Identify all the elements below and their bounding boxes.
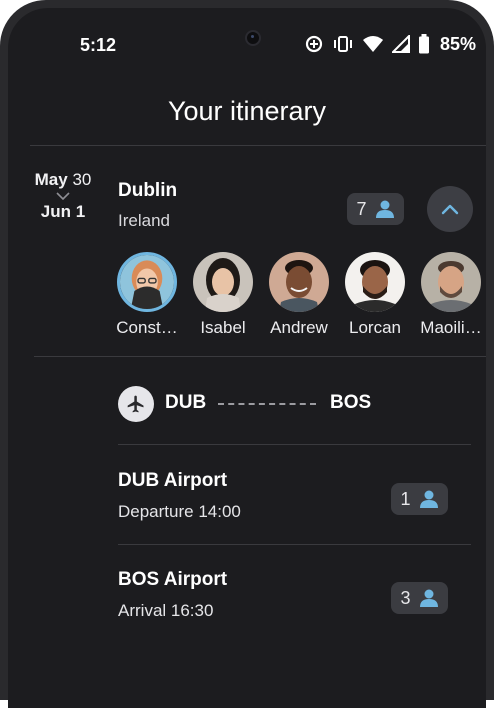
traveler-name: Maoili… <box>420 318 482 337</box>
screen: 5:12 85% Your itinerary May 30 Jun 1 Dub… <box>8 8 486 708</box>
date-start: May 30 <box>30 170 96 190</box>
chevron-down-icon <box>56 192 70 200</box>
flight-route: DUB BOS <box>118 386 418 422</box>
date-end: Jun 1 <box>40 202 86 221</box>
origin-code: DUB <box>165 392 207 413</box>
traveler-item[interactable]: Andrew <box>262 252 336 338</box>
avatar <box>345 252 405 312</box>
battery-icon <box>419 34 429 54</box>
traveler-item[interactable]: Const… <box>110 252 184 338</box>
traveler-name: Andrew <box>270 318 328 337</box>
status-time: 5:12 <box>80 35 117 55</box>
date-start-month: May <box>34 170 68 189</box>
destination-code: BOS <box>330 392 372 413</box>
plane-icon-container <box>118 386 154 422</box>
chevron-up-icon <box>441 204 459 214</box>
stop-traveler-badge[interactable]: 3 <box>391 582 448 614</box>
airplane-icon <box>127 395 144 413</box>
stop-title: BOS Airport <box>118 569 228 590</box>
traveler-item[interactable]: Isabel <box>186 252 260 338</box>
traveler-item[interactable]: Lorcan <box>338 252 412 338</box>
avatar <box>421 252 481 312</box>
stop-traveler-count: 3 <box>400 587 411 608</box>
destination-country: Ireland <box>118 211 170 230</box>
traveler-name: Const… <box>116 318 178 337</box>
stop-subtitle: Arrival 16:30 <box>118 601 214 620</box>
vibrate-icon <box>334 36 352 52</box>
destination-city: Dublin <box>118 180 178 201</box>
person-icon <box>375 200 394 218</box>
traveler-count-badge[interactable]: 7 <box>347 193 404 225</box>
battery-percentage: 85% <box>440 33 477 54</box>
date-start-day: 30 <box>72 170 92 189</box>
status-icons: 85% <box>304 32 476 56</box>
stop-traveler-badge[interactable]: 1 <box>391 483 448 515</box>
section-divider <box>34 356 486 357</box>
avatar <box>117 252 177 312</box>
stop-subtitle: Departure 14:00 <box>118 502 241 521</box>
traveler-count: 7 <box>356 198 367 219</box>
signal-icon <box>392 35 410 53</box>
traveler-list: Const… Isabel Andrew Lorcan Maoili… <box>110 252 486 342</box>
route-dash-line <box>218 403 316 405</box>
wifi-icon <box>363 36 383 52</box>
avatar <box>193 252 253 312</box>
stop-traveler-count: 1 <box>400 488 411 509</box>
phone-frame: 5:12 85% Your itinerary May 30 Jun 1 Dub… <box>0 0 494 708</box>
front-camera <box>245 30 261 46</box>
traveler-item[interactable]: Maoili… <box>414 252 486 338</box>
traveler-name: Lorcan <box>349 318 401 337</box>
traveler-name: Isabel <box>200 318 246 337</box>
data-saver-icon <box>305 35 323 53</box>
header-divider <box>30 145 486 146</box>
person-icon <box>419 589 438 607</box>
collapse-button[interactable] <box>427 186 473 232</box>
avatar <box>269 252 329 312</box>
stop-divider <box>118 544 471 545</box>
stop-divider <box>118 444 471 445</box>
stop-title: DUB Airport <box>118 470 228 491</box>
page-title: Your itinerary <box>167 96 327 126</box>
date-range: May 30 Jun 1 <box>30 170 96 222</box>
person-icon <box>419 490 438 508</box>
